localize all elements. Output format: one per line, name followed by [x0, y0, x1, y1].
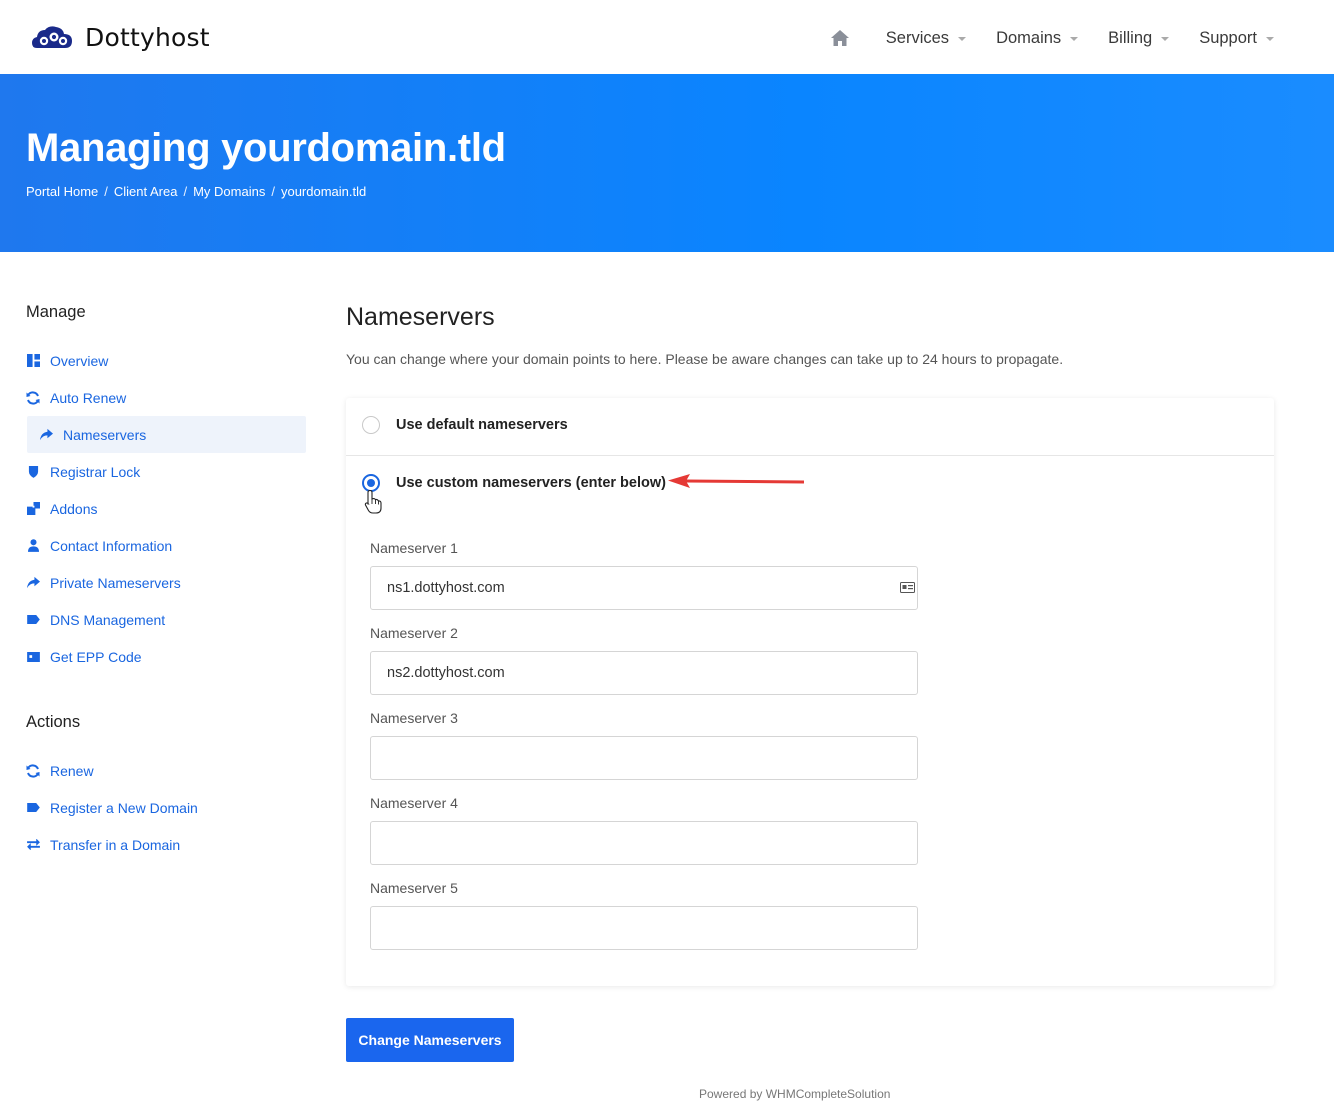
sidebar-item-label: Renew	[50, 762, 94, 779]
tag-icon	[26, 801, 40, 815]
nameservers-card: Use default nameservers Use custom names…	[346, 398, 1274, 986]
sidebar-item-label: Registrar Lock	[50, 463, 141, 480]
sidebar-item-label: Overview	[50, 352, 109, 369]
caret-down-icon	[1266, 37, 1274, 41]
sidebar-item-contact-information[interactable]: Contact Information	[26, 527, 306, 564]
share-arrow-icon	[39, 428, 53, 442]
sync-icon	[26, 763, 40, 778]
nameserver-3-label: Nameserver 3	[370, 710, 458, 726]
nav-services[interactable]: Services	[885, 28, 967, 48]
cloud-gears-icon	[32, 26, 72, 48]
user-icon	[26, 539, 40, 553]
divider	[346, 455, 1274, 456]
option-default-nameservers[interactable]: Use default nameservers	[362, 416, 568, 434]
sidebar-item-label: Private Nameservers	[50, 574, 181, 591]
home-icon[interactable]	[830, 27, 852, 49]
breadcrumb-separator: /	[104, 184, 108, 199]
nameserver-2-label: Nameserver 2	[370, 625, 458, 641]
nameserver-5-input[interactable]	[370, 906, 918, 950]
nav-domains-label: Domains	[996, 28, 1062, 47]
tag-icon	[26, 613, 40, 627]
sidebar-item-renew[interactable]: Renew	[26, 752, 306, 789]
sidebar-item-label: DNS Management	[50, 611, 166, 628]
sidebar-item-dns-management[interactable]: DNS Management	[26, 601, 306, 638]
annotation-arrow-icon	[668, 474, 805, 488]
nav-domains[interactable]: Domains	[996, 28, 1079, 48]
nav-services-label: Services	[885, 28, 950, 47]
sidebar-item-overview[interactable]: Overview	[26, 342, 306, 379]
breadcrumb-portal-home[interactable]: Portal Home	[26, 184, 98, 199]
contact-card-icon[interactable]	[900, 582, 915, 593]
id-card-icon	[26, 650, 40, 664]
nameserver-4-label: Nameserver 4	[370, 795, 458, 811]
top-navbar: Dottyhost Services Domains Billing Suppo…	[0, 0, 1334, 74]
breadcrumb-client-area[interactable]: Client Area	[114, 184, 178, 199]
page-title: Managing yourdomain.tld	[26, 126, 506, 170]
breadcrumb-separator: /	[183, 184, 188, 199]
caret-down-icon	[1070, 37, 1079, 41]
main-nav: Services Domains Billing Support	[830, 24, 1274, 52]
breadcrumb-current: yourdomain.tld	[280, 184, 367, 199]
caret-down-icon	[1161, 37, 1170, 41]
sidebar-item-label: Transfer in a Domain	[50, 836, 181, 853]
change-nameservers-button[interactable]: Change Nameservers	[346, 1018, 514, 1062]
option-custom-nameservers[interactable]: Use custom nameservers (enter below)	[362, 474, 666, 492]
share-arrow-icon	[26, 576, 40, 590]
dashboard-icon	[26, 354, 40, 368]
caret-down-icon	[958, 37, 967, 41]
sidebar-item-get-epp-code[interactable]: Get EPP Code	[26, 638, 306, 675]
sidebar-item-nameservers[interactable]: Nameservers	[27, 416, 306, 453]
nav-support[interactable]: Support	[1199, 29, 1274, 48]
nameserver-1-input[interactable]	[370, 566, 918, 610]
nav-billing[interactable]: Billing	[1108, 28, 1170, 48]
sidebar: Manage Overview Auto Renew Nameservers R…	[26, 300, 306, 863]
section-description: You can change where your domain points …	[346, 351, 1064, 367]
exchange-icon	[26, 838, 40, 852]
sidebar-item-addons[interactable]: Addons	[26, 490, 306, 527]
nameserver-2-input[interactable]	[370, 651, 918, 695]
option-custom-label: Use custom nameservers (enter below)	[396, 475, 666, 491]
footer-powered-by: Powered by WHMCompleteSolution	[699, 1087, 891, 1101]
breadcrumb: Portal Home / Client Area / My Domains / yo…	[26, 184, 366, 199]
radio-default[interactable]	[362, 416, 380, 434]
nav-support-label: Support	[1199, 28, 1257, 47]
page-header: Managing yourdomain.tld Portal Home / Cli…	[0, 74, 1334, 252]
section-title: Nameservers	[346, 303, 495, 331]
nameserver-5-label: Nameserver 5	[370, 880, 458, 896]
sidebar-item-auto-renew[interactable]: Auto Renew	[26, 379, 306, 416]
brand-name: Dottyhost	[85, 22, 210, 52]
sidebar-item-label: Register a New Domain	[50, 799, 198, 816]
sync-icon	[26, 390, 40, 405]
nav-billing-label: Billing	[1108, 28, 1153, 47]
breadcrumb-my-domains[interactable]: My Domains	[193, 184, 265, 199]
main-content: Nameservers You can change where your do…	[346, 300, 1274, 1062]
brand-logo[interactable]: Dottyhost	[31, 22, 210, 52]
sidebar-item-label: Contact Information	[50, 537, 173, 554]
sidebar-item-label: Get EPP Code	[50, 648, 142, 665]
sidebar-actions-title: Actions	[26, 713, 81, 731]
cubes-icon	[26, 502, 40, 516]
sidebar-item-register-new-domain[interactable]: Register a New Domain	[26, 789, 306, 826]
sidebar-manage-title: Manage	[26, 303, 86, 321]
sidebar-item-label: Auto Renew	[50, 389, 127, 406]
hand-cursor-icon	[364, 489, 382, 514]
nameserver-4-input[interactable]	[370, 821, 918, 865]
sidebar-item-transfer-domain[interactable]: Transfer in a Domain	[26, 826, 306, 863]
sidebar-item-private-nameservers[interactable]: Private Nameservers	[26, 564, 306, 601]
shield-icon	[26, 465, 40, 479]
nameserver-1-label: Nameserver 1	[370, 540, 458, 556]
nameserver-3-input[interactable]	[370, 736, 918, 780]
option-default-label: Use default nameservers	[396, 417, 568, 433]
sidebar-item-label: Addons	[50, 500, 98, 517]
sidebar-item-registrar-lock[interactable]: Registrar Lock	[26, 453, 306, 490]
breadcrumb-separator: /	[271, 184, 275, 199]
sidebar-item-label: Nameservers	[63, 426, 147, 443]
